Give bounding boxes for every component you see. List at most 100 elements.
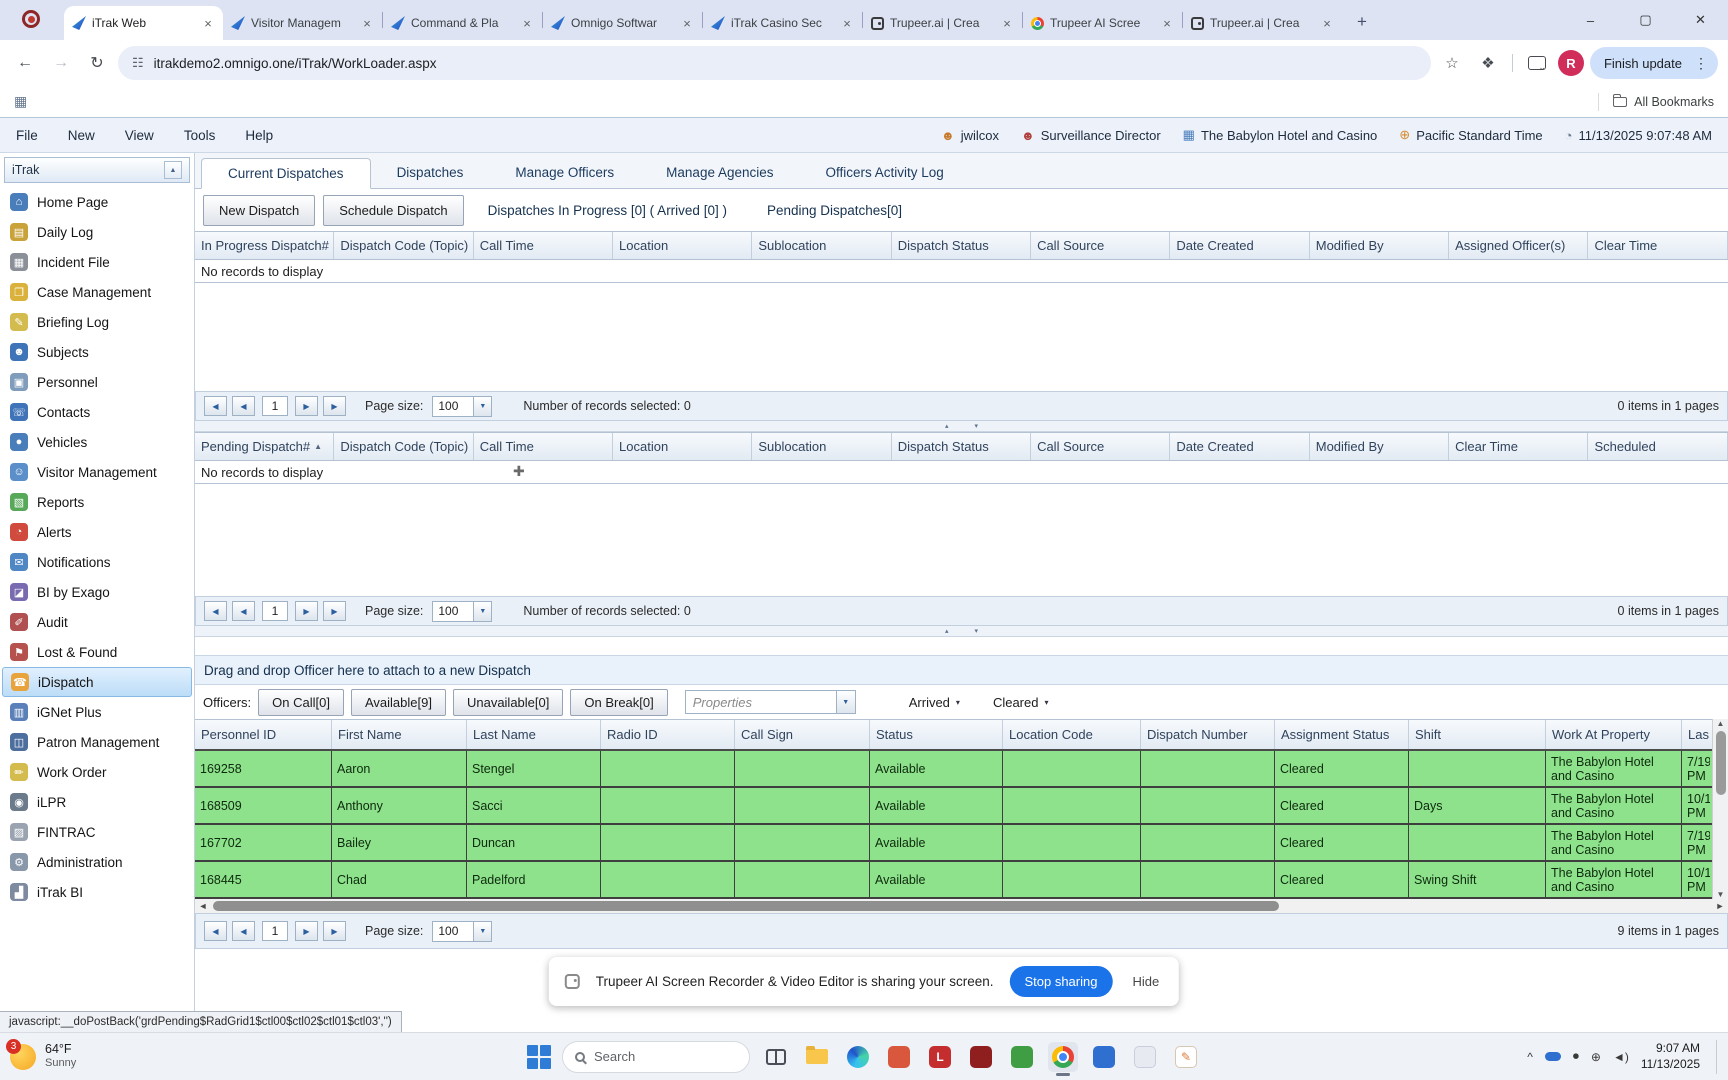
column-header[interactable]: Las	[1682, 720, 1710, 749]
prev-page-button[interactable]: ◀	[232, 396, 255, 416]
column-header[interactable]: Date Created	[1170, 232, 1309, 259]
tab-close-icon[interactable]: ×	[201, 16, 215, 31]
finish-update-button[interactable]: Finish update ⋮	[1590, 47, 1718, 79]
minimize-button[interactable]: –	[1563, 0, 1618, 40]
sidebar-item-briefing-log[interactable]: ✎Briefing Log	[0, 307, 194, 337]
page-number-input[interactable]: 1	[262, 396, 288, 416]
taskbar-clock[interactable]: 9:07 AM11/13/2025	[1641, 1041, 1700, 1072]
column-header[interactable]: Call Source	[1031, 232, 1170, 259]
column-header[interactable]: Sublocation	[752, 433, 891, 460]
column-header[interactable]: Dispatch Number	[1141, 720, 1275, 749]
column-header[interactable]: Location	[613, 433, 752, 460]
pane-splitter[interactable]: ▴▾	[195, 626, 1728, 637]
last-page-button[interactable]: ▶	[323, 601, 346, 621]
new-tab-button[interactable]: +	[1348, 8, 1376, 36]
column-header[interactable]: Status	[870, 720, 1003, 749]
scrollbar-thumb[interactable]	[1716, 731, 1726, 795]
column-header[interactable]: First Name	[332, 720, 467, 749]
sidebar-item-work-order[interactable]: ✏Work Order	[0, 757, 194, 787]
sidebar-item-daily-log[interactable]: ▤Daily Log	[0, 217, 194, 247]
column-header[interactable]: Modified By	[1310, 232, 1449, 259]
extensions-icon[interactable]: ❖	[1473, 48, 1503, 78]
sidebar-item-personnel[interactable]: ▣Personnel	[0, 367, 194, 397]
browser-tab-visitor-management[interactable]: Visitor Managem ×	[223, 6, 382, 40]
page-size-dropdown[interactable]: 100▼	[432, 921, 492, 942]
next-page-button[interactable]: ▶	[295, 601, 318, 621]
first-page-button[interactable]: ◀	[204, 921, 227, 941]
prev-page-button[interactable]: ◀	[232, 601, 255, 621]
column-header[interactable]: Location	[613, 232, 752, 259]
chrome-icon[interactable]	[1048, 1042, 1078, 1072]
scroll-up-icon[interactable]: ▲	[1717, 719, 1725, 728]
menu-view[interactable]: View	[125, 128, 154, 143]
column-header[interactable]: Dispatch Code (Topic)	[334, 232, 473, 259]
all-bookmarks-button[interactable]: All Bookmarks	[1598, 93, 1714, 111]
on-break-filter-button[interactable]: On Break[0]	[570, 689, 667, 716]
column-header[interactable]: Scheduled	[1588, 433, 1727, 460]
tab-close-icon[interactable]: ×	[1000, 16, 1014, 31]
arrived-dropdown[interactable]: Arrived▾	[909, 695, 960, 710]
tab-close-icon[interactable]: ×	[520, 16, 534, 31]
dropdown-arrow-icon[interactable]: ▼	[837, 690, 856, 714]
last-page-button[interactable]: ▶	[323, 396, 346, 416]
page-number-input[interactable]: 1	[262, 601, 288, 621]
sidebar-item-subjects[interactable]: ☻Subjects	[0, 337, 194, 367]
sidebar-item-alerts[interactable]: ◔Alerts	[0, 517, 194, 547]
sidebar-item-idispatch[interactable]: ☎iDispatch	[2, 667, 192, 697]
scrollbar-thumb[interactable]	[213, 901, 1279, 911]
dispatches-in-progress-label[interactable]: Dispatches In Progress [0] ( Arrived [0]…	[472, 203, 743, 218]
column-header[interactable]: Date Created	[1170, 433, 1309, 460]
tab-close-icon[interactable]: ×	[360, 16, 374, 31]
sidebar-item-audit[interactable]: ✐Audit	[0, 607, 194, 637]
splitter-up-icon[interactable]: ▴	[945, 627, 949, 635]
browser-tab-omnigo[interactable]: Omnigo Softwar ×	[543, 6, 702, 40]
profile-avatar[interactable]: R	[1558, 50, 1584, 76]
column-header[interactable]: Assigned Officer(s)	[1449, 232, 1588, 259]
column-header[interactable]: Clear Time	[1449, 433, 1588, 460]
scroll-down-icon[interactable]: ▼	[1717, 890, 1725, 899]
apps-grid-icon[interactable]: ▦	[14, 93, 27, 110]
sidebar-item-contacts[interactable]: ☏Contacts	[0, 397, 194, 427]
tab-manage-officers[interactable]: Manage Officers	[489, 157, 640, 188]
tab-search-icon[interactable]	[1522, 48, 1552, 78]
menu-file[interactable]: File	[16, 128, 38, 143]
browser-tab-trupeer-screen[interactable]: Trupeer AI Scree ×	[1023, 6, 1182, 40]
tab-close-icon[interactable]: ×	[840, 16, 854, 31]
collapse-sidebar-button[interactable]: ▲	[164, 161, 182, 179]
browser-tab-trupeer-1[interactable]: Trupeer.ai | Crea ×	[863, 6, 1022, 40]
browser-tab-command-pla[interactable]: Command & Pla ×	[383, 6, 542, 40]
sidebar-item-visitor-management[interactable]: ☺Visitor Management	[0, 457, 194, 487]
next-page-button[interactable]: ▶	[295, 396, 318, 416]
sidebar-item-fintrac[interactable]: ▨FINTRAC	[0, 817, 194, 847]
sidebar-item-itrak-bi[interactable]: ▟iTrak BI	[0, 877, 194, 907]
sidebar-item-administration[interactable]: ⚙Administration	[0, 847, 194, 877]
available-filter-button[interactable]: Available[9]	[351, 689, 446, 716]
prev-page-button[interactable]: ◀	[232, 921, 255, 941]
reload-button[interactable]: ↻	[82, 48, 112, 78]
menu-new[interactable]: New	[68, 128, 95, 143]
start-button[interactable]	[527, 1045, 551, 1069]
sidebar-item-lost-and-found[interactable]: ⚑Lost & Found	[0, 637, 194, 667]
column-header[interactable]: Call Time	[474, 433, 613, 460]
menu-help[interactable]: Help	[245, 128, 273, 143]
taskbar-search[interactable]: Search	[562, 1041, 750, 1073]
file-explorer-icon[interactable]	[802, 1042, 832, 1072]
accent-tray-icon[interactable]	[1545, 1052, 1561, 1061]
app-l-icon[interactable]: L	[925, 1042, 955, 1072]
first-page-button[interactable]: ◀	[204, 601, 227, 621]
site-settings-icon[interactable]: ☷	[132, 55, 144, 71]
tab-current-dispatches[interactable]: Current Dispatches	[201, 158, 371, 189]
edge-icon[interactable]	[843, 1042, 873, 1072]
tab-manage-agencies[interactable]: Manage Agencies	[640, 157, 799, 188]
app-blue-icon[interactable]	[1089, 1042, 1119, 1072]
stop-sharing-button[interactable]: Stop sharing	[1009, 966, 1112, 997]
bookmark-star-icon[interactable]: ☆	[1437, 48, 1467, 78]
hide-banner-button[interactable]: Hide	[1128, 974, 1163, 989]
column-header[interactable]: Modified By	[1310, 433, 1449, 460]
tab-dispatches[interactable]: Dispatches	[371, 157, 490, 188]
last-page-button[interactable]: ▶	[323, 921, 346, 941]
unavailable-filter-button[interactable]: Unavailable[0]	[453, 689, 563, 716]
officer-row[interactable]: 169258 Aaron Stengel Available Cleared T…	[195, 751, 1712, 788]
column-header[interactable]: Work At Property	[1546, 720, 1682, 749]
column-header[interactable]: Personnel ID	[195, 720, 332, 749]
